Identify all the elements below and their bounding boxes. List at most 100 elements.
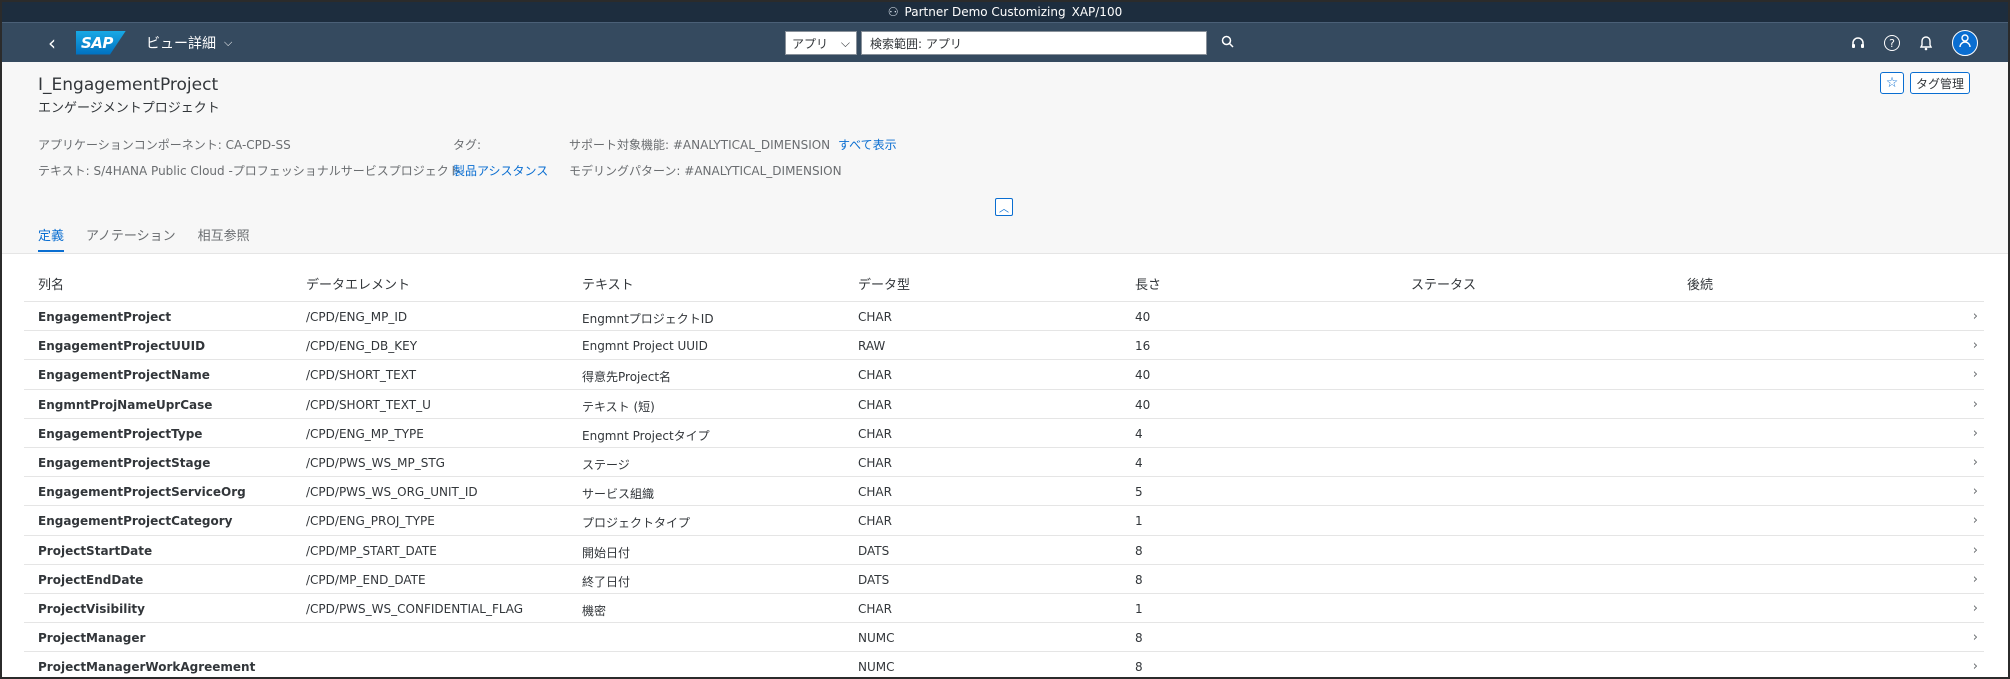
table-row[interactable]: ProjectEndDate/CPD/MP_END_DATE 終了日付 DATS 8 › [24,564,1984,594]
col-header-name[interactable]: 列名 [38,274,64,293]
chevron-right-icon[interactable]: › [1973,572,1978,587]
chevron-right-icon[interactable]: › [1973,309,1978,324]
cell-column-name: ProjectManagerWorkAgreement [38,660,256,675]
chevron-right-icon[interactable]: › [1973,543,1978,558]
chevron-right-icon[interactable]: › [1973,630,1978,645]
col-header-data-type[interactable]: データ型 [858,274,910,293]
cell-text: 得意先Project名 [582,370,672,385]
chevron-right-icon[interactable]: › [1973,397,1978,412]
cell-text: Engmnt Project UUID [582,339,708,354]
col-header-status[interactable]: ステータス [1411,274,1476,293]
meta-text-value: S/4HANA Public Cloud -プロフェッショナルサービスプロジェク… [93,164,461,178]
cell-data-type: CHAR [858,485,892,500]
cell-column-name: EngagementProjectType [38,426,203,441]
tab-definition[interactable]: 定義 [38,225,65,252]
fields-table: 列名 データエレメント テキスト データ型 長さ ステータス 後続 Engage… [24,262,1984,677]
col-header-data-element[interactable]: データエレメント [306,274,410,293]
manage-tags-button[interactable]: タグ管理 [1909,72,1970,94]
meta-component: アプリケーションコンポーネント: CA-CPD-SS [38,136,291,153]
search-placeholder: 検索範囲: アプリ [870,36,962,51]
meta-modeling: モデリングパターン: #ANALYTICAL_DIMENSION [569,162,842,179]
cell-column-name: EngagementProjectCategory [38,514,233,529]
user-avatar[interactable] [1952,30,1978,56]
cell-data-element: /CPD/PWS_WS_MP_STG [306,455,445,470]
cell-text: サービス組織 [582,487,655,502]
search-button[interactable] [1217,35,1237,52]
search-icon [1221,35,1234,52]
col-header-text[interactable]: テキスト [582,274,634,293]
show-all-link[interactable]: すべて表示 [838,138,897,152]
header-actions: ☆ タグ管理 [1879,72,1970,94]
cell-data-element: /CPD/ENG_DB_KEY [306,339,418,354]
cell-data-type: CHAR [858,426,892,441]
table-row[interactable]: EngagementProjectServiceOrg/CPD/PWS_WS_O… [24,477,1984,507]
cell-data-element: /CPD/SHORT_TEXT [306,368,417,383]
cell-data-element: /CPD/ENG_PROJ_TYPE [306,514,435,529]
table-row[interactable]: EngagementProjectType/CPD/ENG_MP_TYPE Eng… [24,418,1984,448]
cell-length: 8 [1135,631,1143,646]
object-header: I_EngagementProject エンゲージメントプロジェクト ☆ タグ管… [2,62,2008,254]
app-title-menu[interactable]: ビュー詳細 ⌵ [146,33,232,53]
chevron-right-icon[interactable]: › [1973,659,1978,674]
cell-column-name: ProjectStartDate [38,543,153,558]
page-title: I_EngagementProject [38,75,219,95]
table-row[interactable]: EngagementProjectName/CPD/SHORT_TEXT 得意先P… [24,360,1984,390]
chevron-right-icon[interactable]: › [1973,455,1978,470]
cell-data-type: CHAR [858,368,892,383]
cell-column-name: EngagementProject [38,310,172,324]
table-row[interactable]: ProjectVisibility/CPD/PWS_WS_CONFIDENTIA… [24,593,1984,624]
cell-data-type: DATS [858,543,890,558]
cell-text: ステージ [582,457,630,472]
search-input[interactable]: 検索範囲: アプリ [861,31,1207,55]
col-header-successor[interactable]: 後続 [1687,274,1713,293]
table-body: EngagementProject/CPD/ENG_MP_ID Engmntプロジ… [24,302,1984,677]
search-scope-select[interactable]: アプリ ⌵ [785,31,857,55]
headset-icon[interactable] [1848,33,1868,53]
tab-cross-reference[interactable]: 相互参照 [198,225,250,252]
star-icon: ☆ [1885,75,1899,91]
meta-component-label: アプリケーションコンポーネント: [38,138,222,152]
help-icon[interactable]: ? [1884,35,1900,51]
back-button[interactable]: ‹ [32,31,72,55]
table-row[interactable]: EngagementProjectStage/CPD/PWS_WS_MP_STG… [24,447,1984,478]
meta-supported-value: #ANALYTICAL_DIMENSION [672,138,831,152]
shell-actions: ? [1848,30,1978,56]
cell-data-type: NUMC [858,631,895,646]
system-title: Partner Demo Customizing [904,5,1066,19]
chevron-right-icon[interactable]: › [1973,338,1978,353]
bell-icon[interactable] [1916,33,1936,53]
cell-column-name: EngmntProjNameUprCase [38,397,213,412]
table-row[interactable]: EngagementProjectCategory/CPD/ENG_PROJ_T… [24,506,1984,536]
chevron-down-icon: ⌵ [224,35,233,49]
chevron-right-icon[interactable]: › [1973,426,1978,441]
sap-logo[interactable]: SAP [76,30,126,55]
col-header-length[interactable]: 長さ [1135,274,1161,293]
collapse-header-button[interactable]: ︿ [995,198,1013,216]
meta-component-value: CA-CPD-SS [225,138,291,152]
table-row[interactable]: EngmntProjNameUprCase/CPD/SHORT_TEXT_U テキ… [24,389,1984,419]
cell-data-element: /CPD/ENG_MP_TYPE [306,426,424,441]
chevron-right-icon[interactable]: › [1973,513,1978,528]
system-bar: ⚇ Partner Demo Customizing XAP/100 [2,2,2008,22]
product-assistance-link[interactable]: 製品アシスタンス [453,164,548,178]
table-row[interactable]: ProjectManagerWorkAgreement NUMC 8 › [24,652,1984,677]
meta-tags-label: タグ: [453,138,482,152]
cell-length: 16 [1135,339,1151,354]
chevron-right-icon[interactable]: › [1973,484,1978,499]
table-row[interactable]: ProjectManager NUMC 8 › [24,623,1984,653]
table-row[interactable]: ProjectStartDate/CPD/MP_START_DATE 開始日付 DA… [24,535,1984,565]
table-row[interactable]: EngagementProject/CPD/ENG_MP_ID Engmntプロジ… [24,302,1984,332]
cell-data-type: CHAR [858,514,892,529]
tab-annotations[interactable]: アノテーション [86,225,176,252]
chevron-right-icon[interactable]: › [1973,367,1978,382]
page-subtitle: エンゲージメントプロジェクト [38,101,220,116]
cell-column-name: EngagementProjectUUID [38,339,206,354]
cell-length: 40 [1135,397,1151,412]
cell-data-type: CHAR [858,310,892,324]
table-row[interactable]: EngagementProjectUUID/CPD/ENG_DB_KEY Engm… [24,331,1984,361]
chevron-right-icon[interactable]: › [1973,601,1978,616]
favorite-button[interactable]: ☆ [1879,72,1904,94]
cell-text: 開始日付 [582,545,631,560]
cell-text: 終了日付 [582,574,631,589]
cell-column-name: EngagementProjectName [38,368,210,383]
